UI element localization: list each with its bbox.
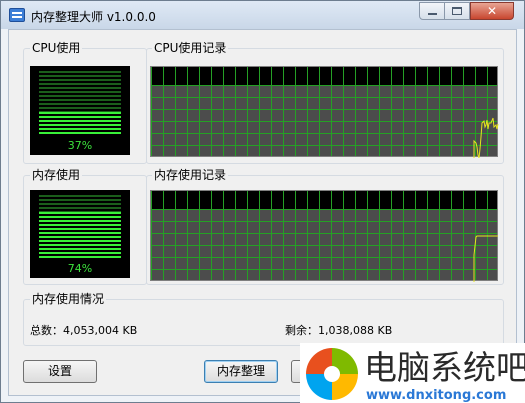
cpu-graph-line-layer bbox=[473, 117, 499, 158]
cpu-history-graph bbox=[150, 66, 499, 158]
cpu-meter: 37% bbox=[30, 66, 130, 155]
memory-graph-line-layer bbox=[473, 235, 498, 282]
memory-meter: 74% bbox=[30, 190, 130, 278]
close-button[interactable]: ✕ bbox=[470, 2, 514, 20]
app-icon bbox=[9, 8, 25, 22]
maximize-button[interactable] bbox=[444, 2, 470, 20]
cpu-meter-label: CPU使用 bbox=[30, 41, 83, 55]
cpu-meter-bars bbox=[39, 71, 121, 136]
memory-percent: 74% bbox=[67, 262, 93, 275]
close-icon: ✕ bbox=[486, 4, 498, 18]
clean-memory-button[interactable]: 内存整理 bbox=[204, 360, 278, 383]
watermark: 电脑系统吧 www.dnxitong.com bbox=[300, 343, 525, 403]
windows-logo-icon bbox=[306, 348, 358, 400]
title-bar[interactable]: 内存整理大师 v1.0.0.0 ✕ bbox=[1, 1, 524, 29]
memory-history-graph bbox=[150, 190, 498, 282]
memory-meter-fill bbox=[39, 211, 121, 260]
minimize-icon bbox=[428, 13, 437, 15]
memory-info-label: 内存使用情况 bbox=[30, 292, 107, 306]
watermark-url: www.dnxitong.com bbox=[366, 388, 507, 403]
minimize-button[interactable] bbox=[419, 2, 445, 20]
memory-meter-label: 内存使用 bbox=[30, 168, 83, 182]
memory-history-label: 内存使用记录 bbox=[152, 168, 229, 182]
settings-button[interactable]: 设置 bbox=[23, 360, 97, 383]
memory-total: 总数：4,053,004 KB bbox=[30, 324, 138, 337]
cpu-history-label: CPU使用记录 bbox=[152, 41, 229, 55]
memory-free: 剩余：1,038,088 KB bbox=[285, 324, 393, 337]
maximize-icon bbox=[452, 7, 462, 15]
memory-meter-bars bbox=[39, 195, 121, 260]
cpu-meter-fill bbox=[39, 111, 121, 136]
cpu-history-line bbox=[473, 117, 499, 158]
watermark-text: 电脑系统吧 bbox=[364, 348, 525, 387]
main-panel: CPU使用 37% CPU使用记录 内存使用 74% 内存使用记录 内存使用情况… bbox=[8, 29, 517, 396]
window-title: 内存整理大师 v1.0.0.0 bbox=[31, 10, 156, 24]
cpu-percent: 37% bbox=[67, 139, 93, 152]
memory-history-line bbox=[473, 235, 498, 282]
